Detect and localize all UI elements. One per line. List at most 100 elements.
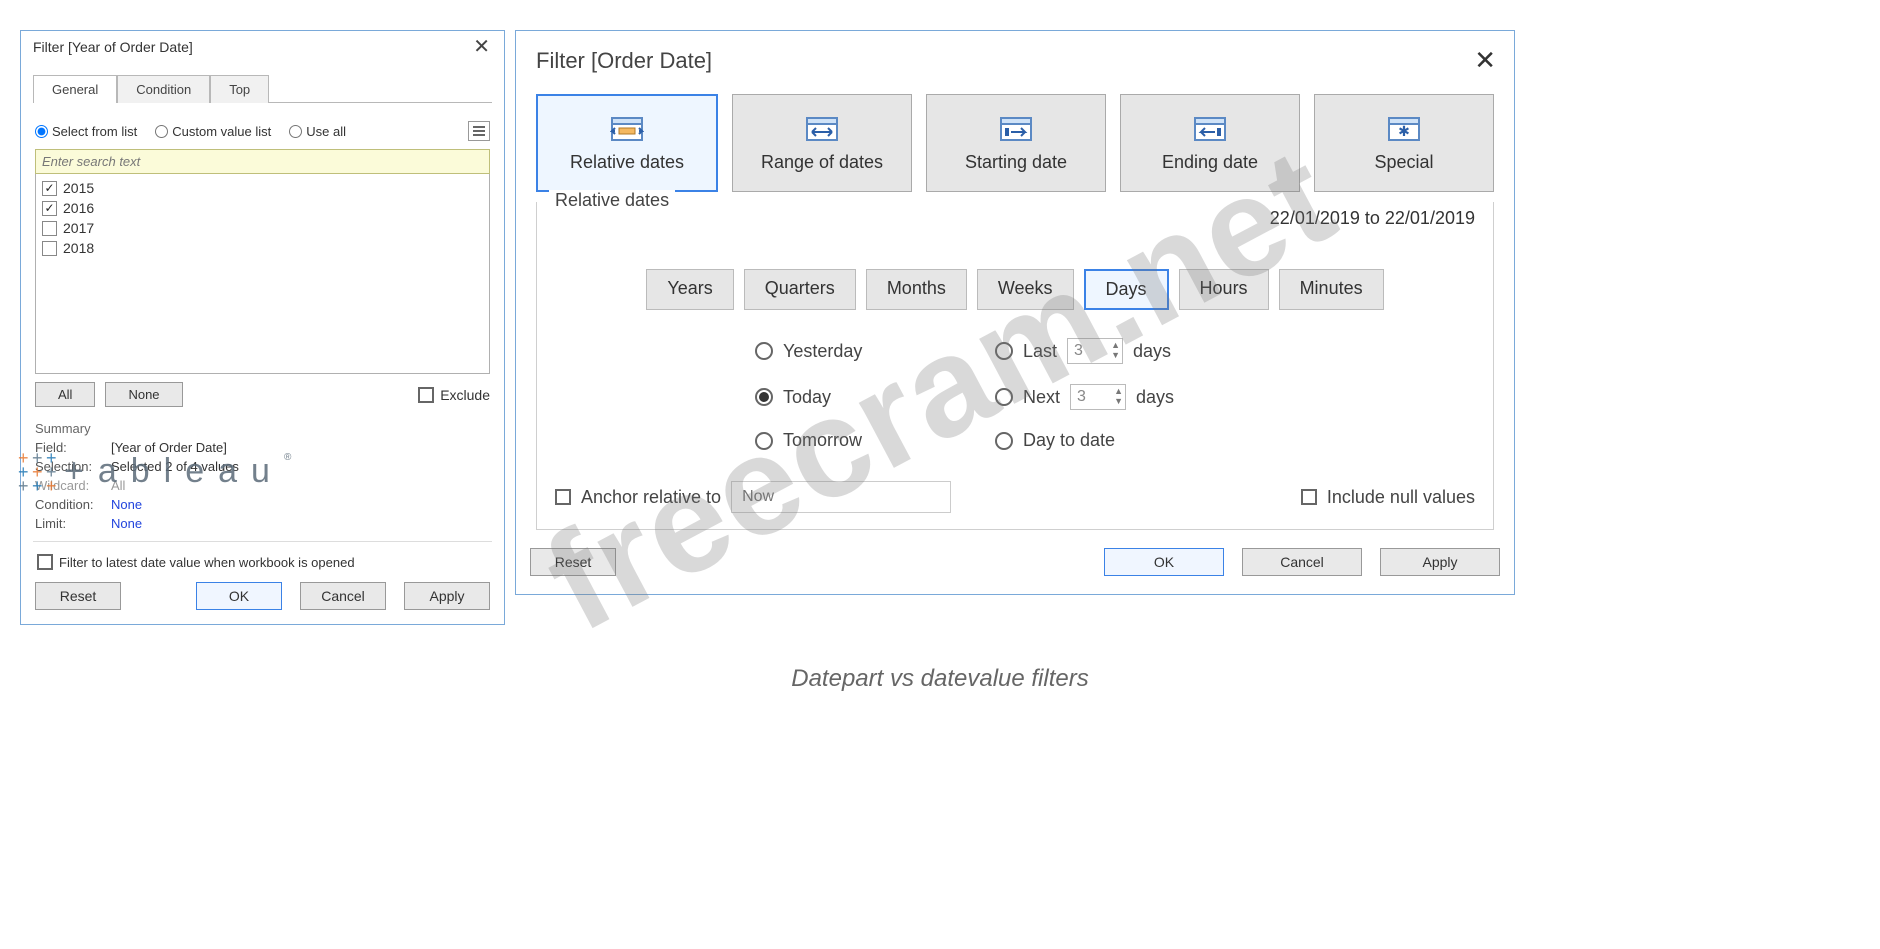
- menu-icon[interactable]: [468, 121, 490, 141]
- filter-latest-label: Filter to latest date value when workboo…: [59, 555, 355, 570]
- list-item[interactable]: ✓ 2016: [42, 198, 483, 218]
- ok-button[interactable]: OK: [1104, 548, 1224, 576]
- checkbox-icon[interactable]: ✓: [42, 201, 57, 216]
- summary-value: All: [111, 478, 125, 493]
- option-yesterday[interactable]: Yesterday: [755, 338, 955, 364]
- option-today[interactable]: Today: [755, 384, 955, 410]
- checkbox-icon[interactable]: [418, 387, 434, 403]
- summary-value: None: [111, 516, 142, 531]
- radio-icon[interactable]: [995, 388, 1013, 406]
- option-next-n[interactable]: Next 3 ▲▼ days: [995, 384, 1275, 410]
- unit-weeks[interactable]: Weeks: [977, 269, 1074, 310]
- tab-strip: General Condition Top: [33, 75, 492, 103]
- radio-select-from-list[interactable]: Select from list: [35, 124, 137, 139]
- search-box: [35, 149, 490, 174]
- radio-select-from-list-input[interactable]: [35, 125, 48, 138]
- none-button[interactable]: None: [105, 382, 182, 407]
- calendar-range-icon: [805, 114, 839, 142]
- tab-general[interactable]: General: [33, 75, 117, 103]
- search-input[interactable]: [36, 150, 489, 173]
- option-label: Next: [1023, 387, 1060, 408]
- radio-use-all[interactable]: Use all: [289, 124, 346, 139]
- all-button[interactable]: All: [35, 382, 95, 407]
- option-tomorrow[interactable]: Tomorrow: [755, 430, 955, 451]
- summary-value: [Year of Order Date]: [111, 440, 227, 455]
- unit-years[interactable]: Years: [646, 269, 733, 310]
- figure-caption: Datepart vs datevalue filters: [0, 665, 1880, 693]
- list-item[interactable]: ✓ 2015: [42, 178, 483, 198]
- radio-icon[interactable]: [995, 342, 1013, 360]
- radio-icon[interactable]: [755, 388, 773, 406]
- list-item[interactable]: 2017: [42, 218, 483, 238]
- mode-ending-date[interactable]: Ending date: [1120, 94, 1300, 192]
- radio-icon[interactable]: [995, 432, 1013, 450]
- radio-custom-value-list-input[interactable]: [155, 125, 168, 138]
- exclude-checkbox[interactable]: Exclude: [418, 387, 490, 403]
- mode-relative-dates[interactable]: Relative dates: [536, 94, 718, 192]
- list-mode-radios: Select from list Custom value list Use a…: [35, 121, 490, 141]
- stepper-arrows-icon[interactable]: ▲▼: [1114, 386, 1123, 406]
- mode-range-of-dates[interactable]: Range of dates: [732, 94, 912, 192]
- dialog-title: Filter [Year of Order Date]: [33, 39, 193, 55]
- checkbox-icon[interactable]: [37, 554, 53, 570]
- option-unit: days: [1133, 341, 1171, 362]
- radio-icon[interactable]: [755, 342, 773, 360]
- apply-button[interactable]: Apply: [404, 582, 490, 610]
- summary-header: Summary: [35, 421, 490, 438]
- next-n-stepper[interactable]: 3 ▲▼: [1070, 384, 1126, 410]
- anchor-checkbox[interactable]: [555, 489, 571, 505]
- list-item-label: 2017: [63, 220, 94, 236]
- unit-months[interactable]: Months: [866, 269, 967, 310]
- calendar-range-icon: [610, 114, 644, 142]
- calendar-start-icon: [999, 114, 1033, 142]
- stepper-arrows-icon[interactable]: ▲▼: [1111, 340, 1120, 360]
- radio-icon[interactable]: [755, 432, 773, 450]
- last-n-stepper[interactable]: 3 ▲▼: [1067, 338, 1123, 364]
- anchor-input[interactable]: [731, 481, 951, 513]
- radio-use-all-input[interactable]: [289, 125, 302, 138]
- option-unit: days: [1136, 387, 1174, 408]
- unit-quarters[interactable]: Quarters: [744, 269, 856, 310]
- mode-special[interactable]: ✱ Special: [1314, 94, 1494, 192]
- relative-options: Yesterday Last 3 ▲▼ days Today: [755, 338, 1275, 451]
- year-list[interactable]: ✓ 2015 ✓ 2016 2017 2018: [35, 174, 490, 374]
- tab-top[interactable]: Top: [210, 75, 269, 103]
- checkbox-icon[interactable]: [42, 241, 57, 256]
- radio-custom-value-list[interactable]: Custom value list: [155, 124, 271, 139]
- stepper-value: 3: [1074, 342, 1083, 360]
- summary-value: Selected 2 of 4 values: [111, 459, 239, 474]
- mode-label: Special: [1374, 152, 1433, 173]
- apply-button[interactable]: Apply: [1380, 548, 1500, 576]
- include-null-label: Include null values: [1327, 487, 1475, 508]
- list-item[interactable]: 2018: [42, 238, 483, 258]
- checkbox-icon[interactable]: [42, 221, 57, 236]
- include-null-checkbox[interactable]: [1301, 489, 1317, 505]
- checkbox-icon[interactable]: ✓: [42, 181, 57, 196]
- unit-days[interactable]: Days: [1084, 269, 1169, 310]
- close-icon[interactable]: ✕: [1474, 45, 1496, 76]
- filter-latest-checkbox[interactable]: Filter to latest date value when workboo…: [37, 554, 490, 570]
- summary-panel: Summary Field: [Year of Order Date] Selec…: [35, 421, 490, 533]
- summary-key: Field:: [35, 440, 105, 455]
- cancel-button[interactable]: Cancel: [300, 582, 386, 610]
- unit-hours[interactable]: Hours: [1179, 269, 1269, 310]
- summary-key: Condition:: [35, 497, 105, 512]
- option-day-to-date[interactable]: Day to date: [995, 430, 1275, 451]
- unit-minutes[interactable]: Minutes: [1279, 269, 1384, 310]
- filter-orderdate-dialog: Filter [Order Date] ✕ Relative dates: [515, 30, 1515, 595]
- mode-cards: Relative dates Range of dates: [516, 82, 1514, 192]
- close-icon[interactable]: ✕: [469, 37, 494, 57]
- option-label: Tomorrow: [783, 430, 862, 451]
- mode-label: Relative dates: [570, 152, 684, 173]
- reset-button[interactable]: Reset: [35, 582, 121, 610]
- reset-button[interactable]: Reset: [530, 548, 616, 576]
- cancel-button[interactable]: Cancel: [1242, 548, 1362, 576]
- calendar-end-icon: [1193, 114, 1227, 142]
- mode-label: Starting date: [965, 152, 1067, 173]
- tab-condition[interactable]: Condition: [117, 75, 210, 103]
- mode-starting-date[interactable]: Starting date: [926, 94, 1106, 192]
- mode-label: Range of dates: [761, 152, 883, 173]
- ok-button[interactable]: OK: [196, 582, 282, 610]
- radio-label: Select from list: [52, 124, 137, 139]
- option-last-n[interactable]: Last 3 ▲▼ days: [995, 338, 1275, 364]
